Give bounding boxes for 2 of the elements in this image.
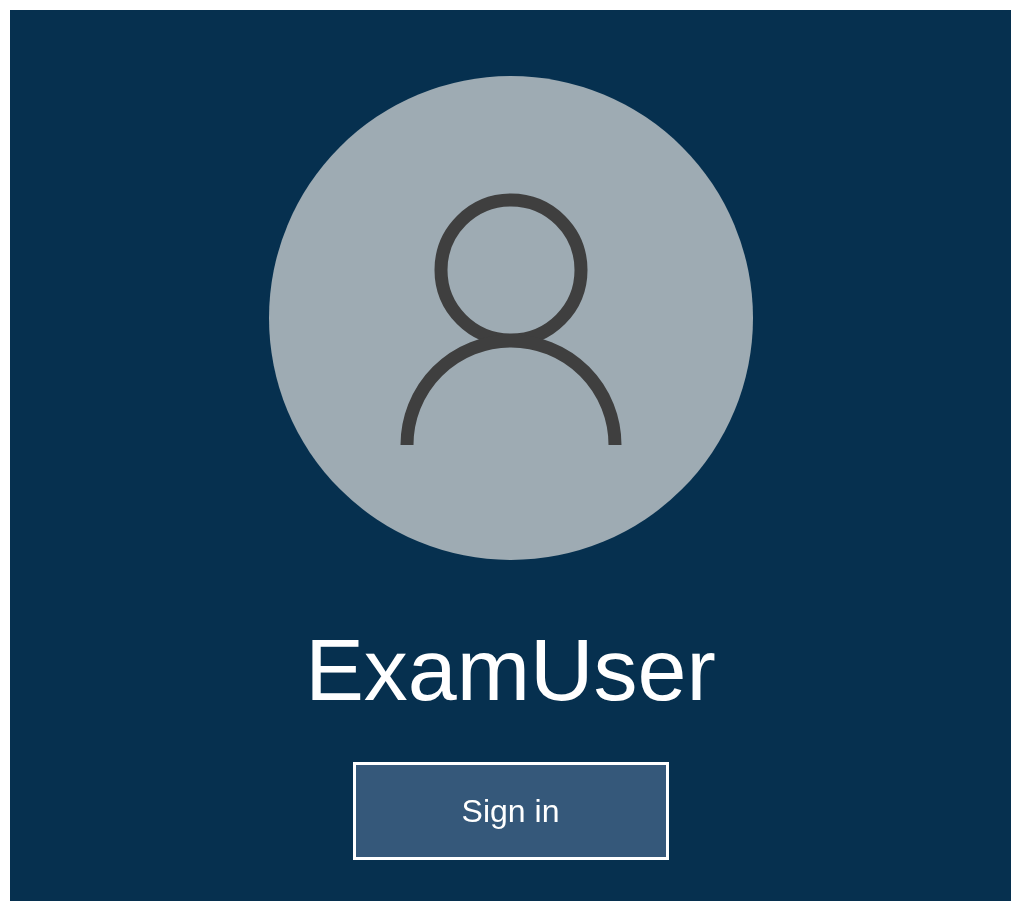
sign-in-button[interactable]: Sign in [352, 762, 669, 860]
user-name: ExamUser [305, 626, 716, 714]
